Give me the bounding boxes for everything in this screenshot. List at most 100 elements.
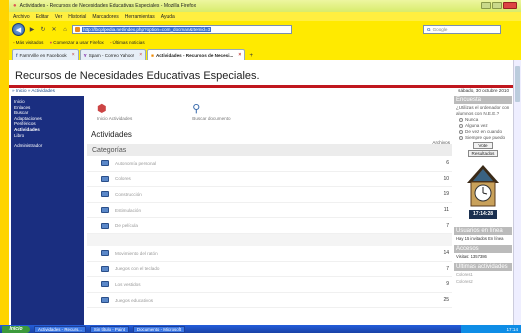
- home-documents-icon: ⬢: [97, 103, 107, 115]
- tab-actividades[interactable]: ■ Actividades - Recursos de Necesi... ×: [147, 49, 246, 60]
- tab-yahoo[interactable]: Y Spam - Correo Yahoo! ×: [79, 49, 147, 60]
- radio-button[interactable]: [459, 136, 463, 140]
- file-count: 25: [443, 297, 449, 304]
- menu-archivo[interactable]: Archivo: [13, 14, 30, 20]
- window-title: Actividades - Recursos de Necesidades Ed…: [19, 3, 197, 9]
- category-name[interactable]: Juegos educativos: [115, 298, 153, 303]
- forward-button[interactable]: ▶: [28, 26, 36, 34]
- category-name[interactable]: Colores: [115, 176, 131, 181]
- window-controls: [481, 2, 517, 9]
- option-label: Siempre que puedo: [465, 135, 506, 140]
- birdhouse-clock-icon: [467, 165, 499, 207]
- folder-icon: [101, 207, 109, 214]
- category-name[interactable]: Estimulación: [115, 208, 141, 213]
- taskbar-item-word[interactable]: Documento - Microsoft: [132, 325, 186, 333]
- folder-icon: [101, 281, 109, 288]
- latest-item[interactable]: Colores2: [454, 278, 512, 285]
- poll-question: ¿Utilizas el ordenador con alumnos con N…: [456, 105, 510, 116]
- taskbar-item-paint[interactable]: Sin título - Paint: [89, 325, 129, 333]
- folder-icon: [101, 265, 109, 272]
- magnifier-icon: ⚲: [192, 103, 201, 115]
- vertical-scrollbar[interactable]: [513, 60, 521, 325]
- close-tab-icon[interactable]: ×: [238, 52, 241, 58]
- list-item[interactable]: Construcción 19: [87, 187, 452, 203]
- category-name[interactable]: Juegos con el teclado: [115, 266, 159, 271]
- icon-label: Buscar documento: [192, 116, 231, 121]
- category-name[interactable]: Los vestidos: [115, 282, 141, 287]
- home-button[interactable]: ⌂: [61, 26, 69, 34]
- reload-button[interactable]: ↻: [39, 26, 47, 34]
- tray-clock: 17:14: [506, 326, 519, 332]
- bookmark-noticias[interactable]: ▪ Últimas noticias: [110, 40, 145, 45]
- buscar-documento-link[interactable]: ⚲ Buscar documento: [192, 102, 230, 121]
- action-icons: ⬢ Inicio Actividades ⚲ Buscar documento: [97, 102, 231, 121]
- bookmark-folder-icon: ▪: [13, 39, 15, 45]
- file-count: 6: [446, 160, 449, 167]
- radio-button[interactable]: [459, 118, 463, 122]
- file-count: 14: [443, 250, 449, 257]
- file-count: 10: [443, 175, 449, 182]
- close-tab-icon[interactable]: ×: [72, 52, 75, 58]
- left-sidebar: Inicio Enlaces Buscar Adaptaciones Perif…: [11, 96, 84, 325]
- menu-historial[interactable]: Historial: [68, 14, 86, 20]
- online-text: Hay 15 invitados En línea: [456, 236, 504, 241]
- menu-ayuda[interactable]: Ayuda: [161, 14, 175, 20]
- scrollbar-thumb[interactable]: [515, 66, 520, 102]
- menu-herramientas[interactable]: Herramientas: [125, 14, 155, 20]
- bookmark-label: Más visitados: [15, 39, 44, 45]
- bookmark-comenzar[interactable]: ● Comenzar a usar Firefox: [49, 40, 103, 45]
- categories-header: Categorías: [87, 144, 452, 156]
- list-item[interactable]: De película 7: [87, 218, 452, 234]
- list-item[interactable]: Autonomía personal 6: [87, 156, 452, 172]
- category-name[interactable]: Construcción: [115, 192, 142, 197]
- menu-editar[interactable]: Editar: [36, 14, 49, 20]
- latest-item[interactable]: Colores1: [454, 271, 512, 278]
- menu-ver[interactable]: Ver: [55, 14, 63, 20]
- sidebar-item-administrador[interactable]: Administrador: [14, 143, 81, 149]
- poll-heading: Encuesta: [454, 96, 512, 104]
- menu-marcadores[interactable]: Marcadores: [92, 14, 118, 20]
- results-button[interactable]: Resultados: [468, 150, 498, 157]
- maximize-button[interactable]: [492, 2, 502, 9]
- back-button[interactable]: ◀: [12, 23, 25, 36]
- stop-button[interactable]: ✕: [50, 26, 58, 34]
- bookmark-label: Comenzar a usar Firefox: [53, 39, 104, 45]
- poll-option-siempre[interactable]: Siempre que puedo: [454, 135, 512, 141]
- facebook-icon: f: [16, 52, 18, 58]
- list-item[interactable]: Movimiento del ratón 14: [87, 246, 452, 262]
- folder-icon: [101, 297, 109, 304]
- file-count: 7: [446, 265, 449, 272]
- list-item[interactable]: Colores 10: [87, 172, 452, 188]
- minimize-button[interactable]: [481, 2, 491, 9]
- page-viewport: Recursos de Necesidades Educativas Espec…: [9, 60, 513, 325]
- breadcrumb[interactable]: » Inicio » Actividades: [12, 88, 55, 93]
- current-date: sábado, 30 octubre 2010: [458, 88, 509, 93]
- close-button[interactable]: [503, 2, 517, 9]
- close-tab-icon[interactable]: ×: [139, 52, 142, 58]
- google-icon: G: [427, 27, 431, 32]
- vote-button[interactable]: Vote: [473, 142, 493, 149]
- window-titlebar: ● Actividades - Recursos de Necesidades …: [9, 0, 521, 12]
- list-item[interactable]: Juegos educativos 25: [87, 293, 452, 309]
- yahoo-icon: Y: [83, 52, 87, 58]
- section-title: Actividades: [91, 130, 132, 139]
- category-name[interactable]: Movimiento del ratón: [115, 251, 158, 256]
- navigation-toolbar: ◀ ▶ ↻ ✕ ⌂ http://lbcplpedia.net/index.ph…: [9, 21, 521, 38]
- category-name[interactable]: Autonomía personal: [115, 161, 156, 166]
- inicio-actividades-link[interactable]: ⬢ Inicio Actividades: [97, 102, 132, 121]
- list-item[interactable]: Juegos con el teclado 7: [87, 262, 452, 278]
- list-item[interactable]: Estimulación 11: [87, 203, 452, 219]
- category-name[interactable]: De película: [115, 223, 138, 228]
- search-box[interactable]: G Google: [423, 25, 501, 34]
- list-item[interactable]: Los vestidos 9: [87, 277, 452, 293]
- new-tab-button[interactable]: +: [246, 51, 256, 60]
- latest-heading: Ultimas actividades: [454, 263, 512, 271]
- address-bar[interactable]: http://lbcplpedia.net/index.php?option=c…: [72, 25, 292, 34]
- tab-farmville[interactable]: f FarmVille en Facebook ×: [12, 49, 79, 60]
- radio-button[interactable]: [459, 130, 463, 134]
- bookmark-mas-visitados[interactable]: ▪ Más visitados: [13, 40, 43, 45]
- radio-button[interactable]: [459, 124, 463, 128]
- taskbar-item-firefox[interactable]: Actividades - Recurs...: [34, 325, 86, 333]
- list-spacer: [87, 233, 452, 246]
- start-button[interactable]: Inicio: [2, 325, 30, 333]
